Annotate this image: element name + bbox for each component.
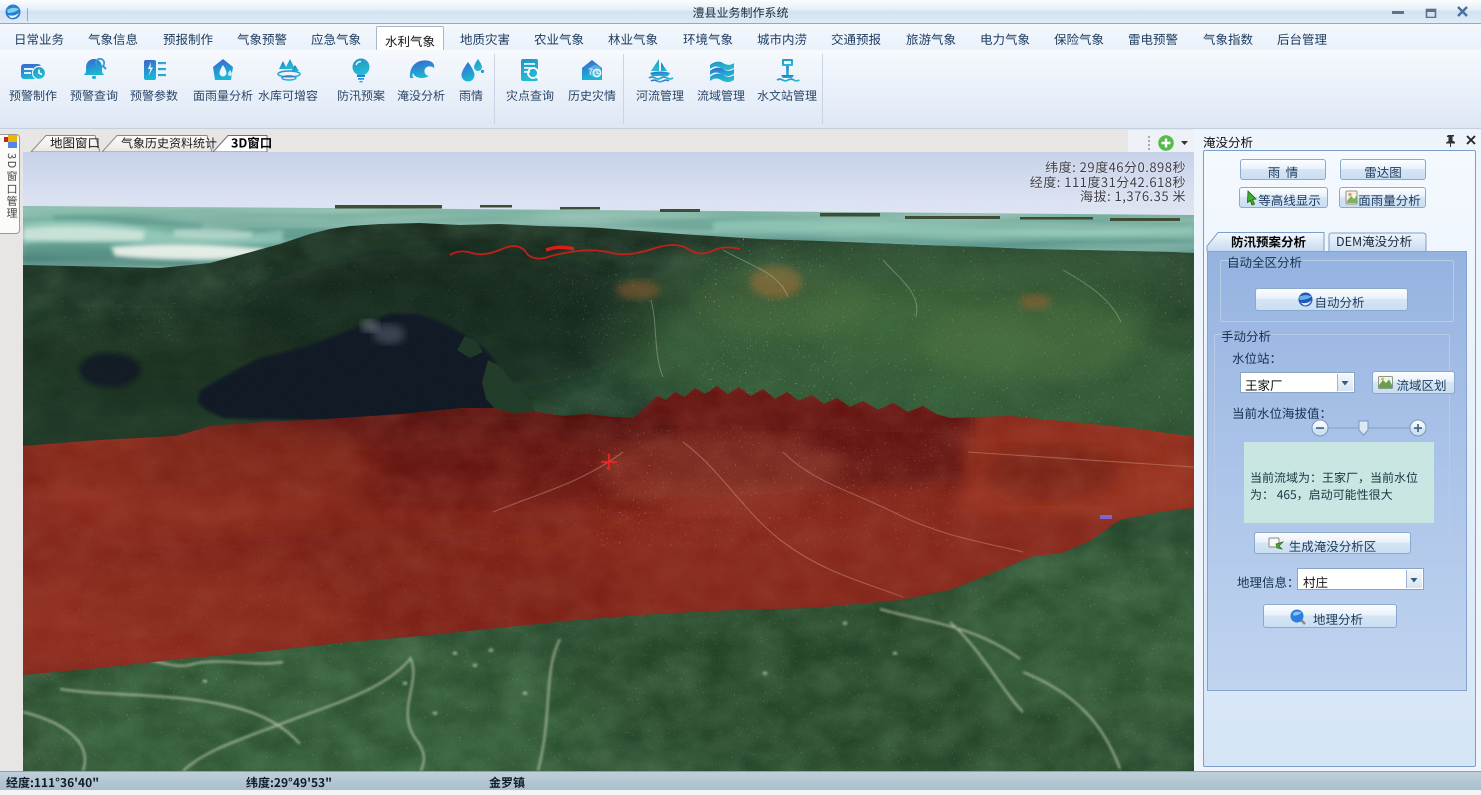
svg-text:地图窗口: 地图窗口 — [50, 133, 100, 152]
svg-text:DEM淹没分析: DEM淹没分析 — [1336, 231, 1412, 250]
svg-text:7: 7 — [588, 67, 593, 77]
svg-text:3D窗口: 3D窗口 — [231, 133, 272, 152]
svg-text:防汛预案分析: 防汛预案分析 — [1231, 232, 1307, 251]
svg-text:气象历史资料统计: 气象历史资料统计 — [121, 135, 217, 152]
